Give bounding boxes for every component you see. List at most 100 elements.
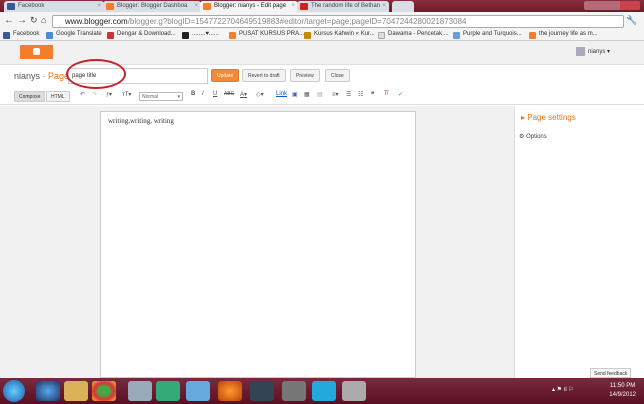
link-button[interactable]: Link	[276, 91, 287, 97]
back-icon[interactable]: ←	[4, 15, 14, 26]
bookmark-item[interactable]: Purple and Turquois...	[453, 31, 522, 39]
tab-label: The random life of Bethan	[311, 3, 381, 9]
bookmarks-bar: Facebook Google Translate Dengar & Downl…	[0, 30, 644, 41]
bookmark-item[interactable]: PUSAT KURSUS PRA...	[229, 31, 304, 39]
app-icon[interactable]	[156, 381, 180, 401]
remove-formatting-icon[interactable]: T̸	[384, 91, 388, 97]
font-size-icon[interactable]: тT▾	[122, 91, 131, 98]
breadcrumb: nianys · Page	[14, 71, 69, 81]
bookmark-label: Kursus Kahwin « Kur...	[314, 31, 375, 37]
facebook-icon	[7, 3, 15, 10]
tab-label: Blogger: Blogger Dashboa	[117, 3, 188, 9]
close-button[interactable]: Close	[325, 69, 350, 82]
tab-random-life[interactable]: The random life of Bethan ×	[297, 1, 389, 12]
tab-label: Facebook	[18, 3, 45, 9]
redo-icon[interactable]: ↷	[92, 91, 97, 98]
system-tray[interactable]: ▴ ⚑ ıl ⚐	[552, 386, 574, 393]
options-label: Options	[526, 134, 547, 140]
spellcheck-icon[interactable]: ✓	[398, 91, 403, 98]
italic-icon[interactable]: I	[202, 91, 204, 97]
app-icon[interactable]	[342, 381, 366, 401]
window-controls[interactable]	[584, 1, 640, 10]
bookmark-item[interactable]: ........♥......	[182, 31, 219, 39]
preview-button[interactable]: Preview	[290, 69, 320, 82]
quote-icon[interactable]: ❝	[371, 91, 374, 98]
font-icon[interactable]: ƒ▾	[106, 91, 112, 98]
bookmark-item[interactable]: Dengar & Download...	[107, 31, 176, 39]
firefox-icon[interactable]	[218, 381, 242, 401]
start-button[interactable]	[3, 380, 25, 402]
blogger-icon	[106, 3, 114, 10]
strikethrough-icon[interactable]: ABC	[224, 91, 234, 97]
highlight-icon[interactable]: ◇▾	[256, 91, 264, 98]
close-tab-icon[interactable]: ×	[97, 3, 101, 9]
update-button[interactable]: Update	[211, 69, 240, 82]
red-annotation-circle	[66, 59, 126, 89]
tab-strip: Facebook × Blogger: Blogger Dashboa × Blog…	[0, 0, 644, 12]
editor-toolbar: Compose HTML ↶ ↷ ƒ▾ тT▾ Normal ▾ B I U AB…	[0, 88, 644, 105]
home-icon[interactable]: ⌂	[41, 15, 46, 25]
underline-icon[interactable]: U	[213, 91, 217, 97]
bookmark-label: Dengar & Download...	[117, 31, 176, 37]
options-item[interactable]: ⚙ Options	[519, 133, 547, 140]
compose-tab[interactable]: Compose	[14, 91, 46, 102]
tab-blogger-dashboard[interactable]: Blogger: Blogger Dashboa ×	[103, 1, 201, 12]
tab-facebook[interactable]: Facebook ×	[4, 1, 104, 12]
skype-icon[interactable]	[312, 381, 336, 401]
tab-edit-page[interactable]: Blogger: nianys - Edit page ×	[200, 1, 298, 12]
bookmark-label: Dawama - Pencetak ...	[388, 31, 449, 37]
chrome-icon[interactable]	[92, 381, 116, 401]
bookmark-label: the journey life as m...	[539, 31, 598, 37]
user-account[interactable]: nianys ▾	[576, 47, 610, 56]
bullet-list-icon[interactable]: ☷	[358, 91, 363, 98]
bookmark-item[interactable]: Dawama - Pencetak ...	[378, 31, 449, 39]
url-host: www.blogger.com	[65, 17, 128, 26]
revert-to-draft-button[interactable]: Revert to draft	[242, 69, 286, 82]
align-icon[interactable]: ≡▾	[332, 91, 339, 98]
address-toolbar: ← → ↻ ⌂ www.blogger.com/blogger.g?blogID…	[0, 12, 644, 30]
jump-break-icon[interactable]: ▤	[317, 91, 323, 98]
title-row: nianys · Page page title Update Revert t…	[0, 59, 644, 89]
video-icon[interactable]: ▦	[304, 91, 310, 98]
close-tab-icon[interactable]: ×	[382, 3, 386, 9]
clock[interactable]: 11:50 PM 14/9/2012	[609, 382, 636, 400]
separator: ·	[40, 71, 49, 81]
close-tab-icon[interactable]: ×	[194, 3, 198, 9]
text-color-icon[interactable]: A▾	[240, 91, 247, 98]
app-icon[interactable]	[128, 381, 152, 401]
bookmark-item[interactable]: Google Translate	[46, 31, 102, 39]
bookmark-item[interactable]: Facebook	[3, 31, 39, 39]
windows-taskbar: ▴ ⚑ ıl ⚐ 11:50 PM 14/9/2012	[0, 378, 644, 404]
date: 14/9/2012	[609, 392, 636, 398]
wrench-icon[interactable]: 🔧	[626, 15, 637, 26]
app-icon[interactable]	[250, 381, 274, 401]
bold-icon[interactable]: B	[191, 91, 195, 97]
forward-icon[interactable]: →	[17, 15, 27, 26]
editor-text: writing,writing, writing	[108, 117, 174, 125]
address-bar[interactable]: www.blogger.com/blogger.g?blogID=1547722…	[52, 15, 624, 28]
explorer-folder-icon[interactable]	[64, 381, 88, 401]
undo-icon[interactable]: ↶	[80, 91, 85, 98]
username: nianys	[588, 49, 606, 56]
page-settings-label: Page settings	[527, 113, 576, 122]
bookmark-item[interactable]: Kursus Kahwin « Kur...	[304, 31, 375, 39]
internet-explorer-icon[interactable]	[36, 381, 60, 401]
format-select[interactable]: Normal ▾	[139, 92, 183, 101]
bookmark-item[interactable]: the journey life as m...	[529, 31, 598, 39]
window-close-icon[interactable]	[620, 1, 640, 10]
post-body-editor[interactable]: writing,writing, writing	[100, 111, 416, 378]
tab-label: Blogger: nianys - Edit page	[214, 3, 287, 9]
new-tab-button[interactable]	[392, 1, 414, 12]
html-tab[interactable]: HTML	[46, 91, 70, 102]
numbered-list-icon[interactable]: ☰	[346, 91, 351, 98]
close-tab-icon[interactable]: ×	[291, 3, 295, 9]
app-icon[interactable]	[282, 381, 306, 401]
blog-name[interactable]: nianys	[14, 71, 40, 81]
page-settings-heading[interactable]: ▸ Page settings	[521, 113, 576, 122]
app-icon[interactable]	[186, 381, 210, 401]
image-icon[interactable]: ▣	[292, 91, 298, 98]
reload-icon[interactable]: ↻	[30, 15, 38, 26]
send-feedback-button[interactable]: Send feedback	[590, 368, 632, 378]
blogger-logo[interactable]	[20, 45, 53, 59]
avatar	[576, 47, 585, 56]
